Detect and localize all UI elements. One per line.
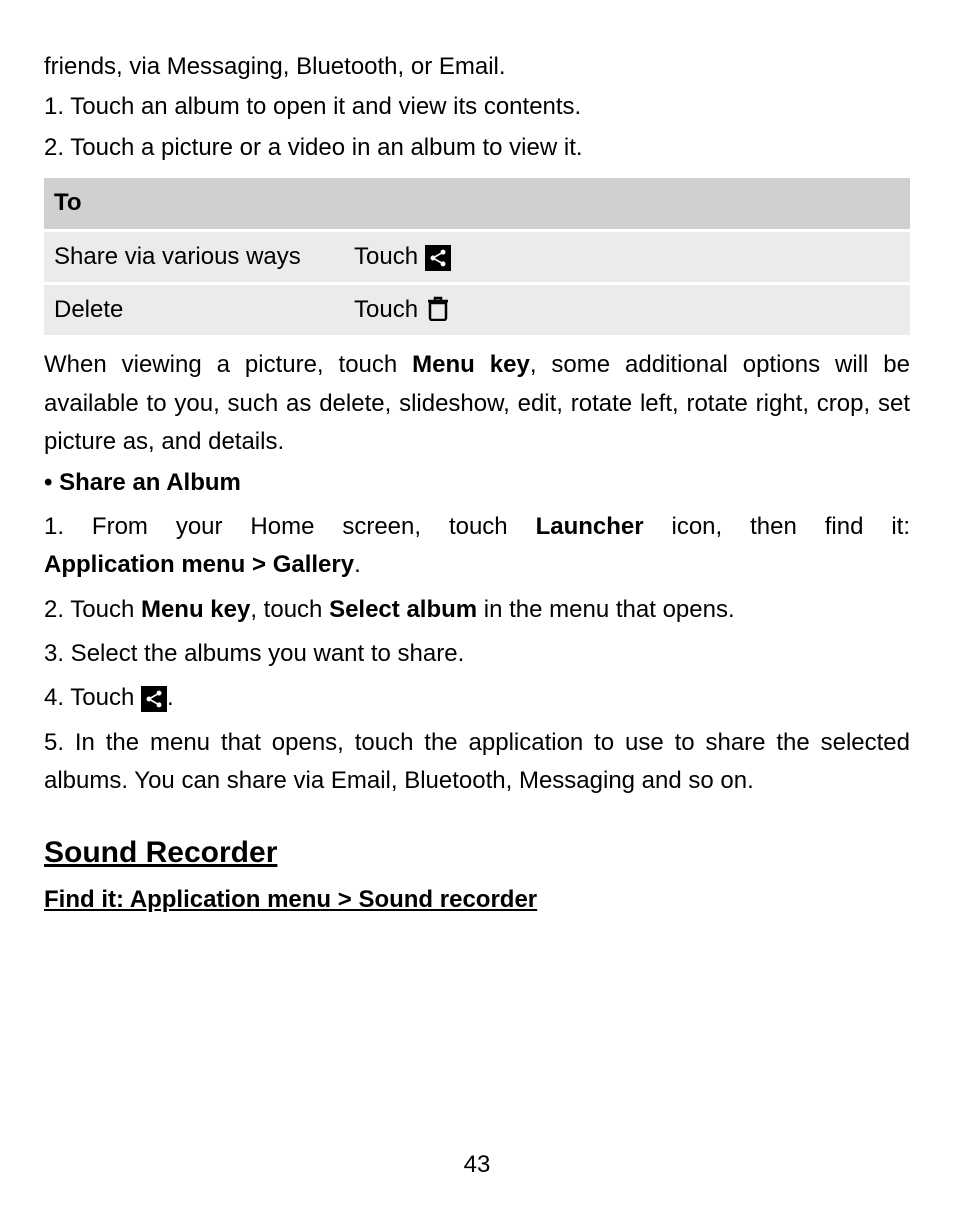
- launcher-bold: Launcher: [536, 513, 644, 540]
- share-album-heading: • Share an Album: [44, 464, 910, 502]
- sound-recorder-title: Sound Recorder: [44, 829, 910, 877]
- intro-line-2: 1. Touch an album to open it and view it…: [44, 88, 910, 126]
- trash-icon: [425, 295, 451, 321]
- text-segment: 2. Touch: [44, 596, 141, 623]
- step-4: 4. Touch .: [44, 679, 910, 717]
- step-3: 3. Select the albums you want to share.: [44, 635, 910, 673]
- table-header-cell: To: [44, 177, 910, 230]
- text-segment: 1. From your Home screen, touch: [44, 513, 536, 540]
- step-2: 2. Touch Menu key, touch Select album in…: [44, 591, 910, 629]
- text-segment: .: [167, 684, 174, 711]
- actions-table: To Share via various ways Touch Delete: [44, 175, 910, 338]
- share-action-cell: Touch: [344, 230, 910, 283]
- table-row: Share via various ways Touch: [44, 230, 910, 283]
- app-menu-gallery-bold: Application menu > Gallery: [44, 551, 354, 578]
- text-segment: , touch: [250, 596, 329, 623]
- share-label: Share via various ways: [44, 230, 344, 283]
- delete-label: Delete: [44, 283, 344, 336]
- text-segment: When viewing a picture, touch: [44, 351, 412, 378]
- share-album-steps: 1. From your Home screen, touch Launcher…: [44, 508, 910, 801]
- table-header-row: To: [44, 177, 910, 230]
- text-segment: icon, then find it:: [644, 513, 910, 540]
- share-icon: [141, 686, 167, 712]
- share-action-text: Touch: [354, 243, 425, 270]
- menu-key-bold: Menu key: [412, 351, 530, 378]
- table-row: Delete Touch: [44, 283, 910, 336]
- text-segment: 4. Touch: [44, 684, 141, 711]
- step-5: 5. In the menu that opens, touch the app…: [44, 724, 910, 801]
- menu-key-paragraph: When viewing a picture, touch Menu key, …: [44, 346, 910, 461]
- step-1: 1. From your Home screen, touch Launcher…: [44, 508, 910, 585]
- delete-action-cell: Touch: [344, 283, 910, 336]
- intro-line-1: friends, via Messaging, Bluetooth, or Em…: [44, 48, 910, 86]
- intro-line-3: 2. Touch a picture or a video in an albu…: [44, 129, 910, 167]
- delete-action-text: Touch: [354, 296, 425, 323]
- select-album-bold: Select album: [329, 596, 477, 623]
- sound-recorder-subhead: Find it: Application menu > Sound record…: [44, 881, 910, 919]
- page-content: friends, via Messaging, Bluetooth, or Em…: [0, 0, 954, 919]
- text-segment: .: [354, 551, 361, 578]
- page-number: 43: [0, 1151, 954, 1179]
- text-segment: in the menu that opens.: [477, 596, 735, 623]
- menu-key-bold-2: Menu key: [141, 596, 250, 623]
- share-icon: [425, 245, 451, 271]
